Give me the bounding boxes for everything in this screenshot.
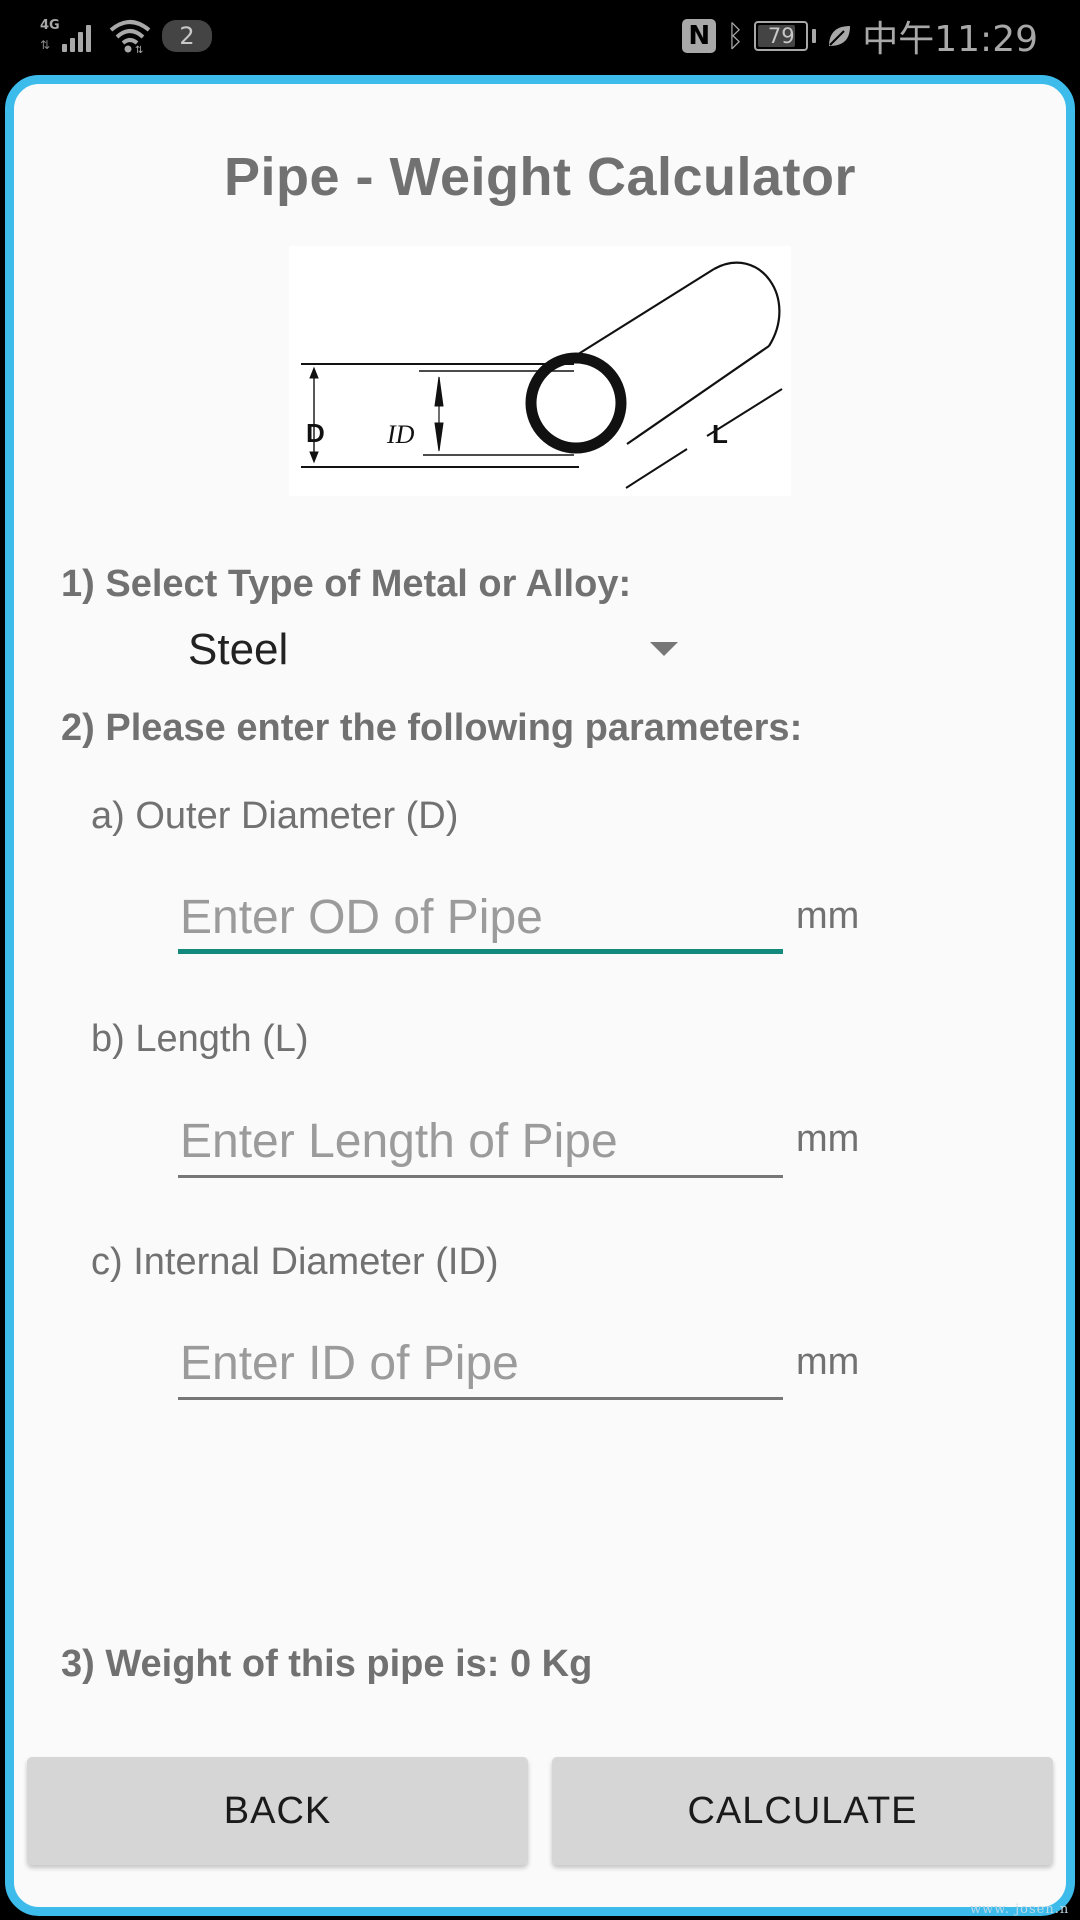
pipe-diagram-image: D ID L (289, 246, 791, 496)
outer-diameter-unit: mm (796, 895, 860, 937)
internal-diameter-unit: mm (796, 1341, 860, 1383)
selected-metal: Steel (188, 625, 289, 674)
battery-level: 79 (767, 24, 795, 48)
diagram-label-l: L (712, 419, 728, 449)
outer-diameter-field[interactable] (178, 884, 783, 954)
internal-diameter-input[interactable] (178, 1330, 783, 1396)
calculate-button[interactable]: CALCULATE (552, 1757, 1053, 1865)
pipe-weight-calculator-screen: Pipe - Weight Calculator D ID L 1) Selec… (0, 0, 1080, 1920)
metal-type-dropdown[interactable]: Steel (188, 620, 688, 680)
page-title: Pipe - Weight Calculator (223, 147, 857, 207)
outer-diameter-underline (178, 949, 783, 954)
length-label: b) Length (L) (91, 1018, 309, 1060)
outer-diameter-label: a) Outer Diameter (D) (91, 795, 459, 837)
internal-diameter-underline (178, 1397, 783, 1400)
internal-diameter-label: c) Internal Diameter (ID) (91, 1241, 499, 1283)
diagram-label-id: ID (386, 420, 415, 449)
length-field[interactable] (178, 1108, 783, 1178)
length-unit: mm (796, 1118, 860, 1160)
length-input[interactable] (178, 1108, 783, 1174)
back-button[interactable]: BACK (27, 1757, 528, 1865)
diagram-label-d: D (306, 418, 325, 448)
length-underline (178, 1175, 783, 1178)
watermark: www. josen.n (970, 1902, 1070, 1917)
step1-heading: 1) Select Type of Metal or Alloy: (61, 563, 632, 605)
step2-heading: 2) Please enter the following parameters… (61, 707, 803, 749)
outer-diameter-input[interactable] (178, 884, 783, 950)
weight-result: 3) Weight of this pipe is: 0 Kg (61, 1643, 593, 1685)
dropdown-arrow-icon (650, 642, 678, 656)
internal-diameter-field[interactable] (178, 1330, 783, 1400)
